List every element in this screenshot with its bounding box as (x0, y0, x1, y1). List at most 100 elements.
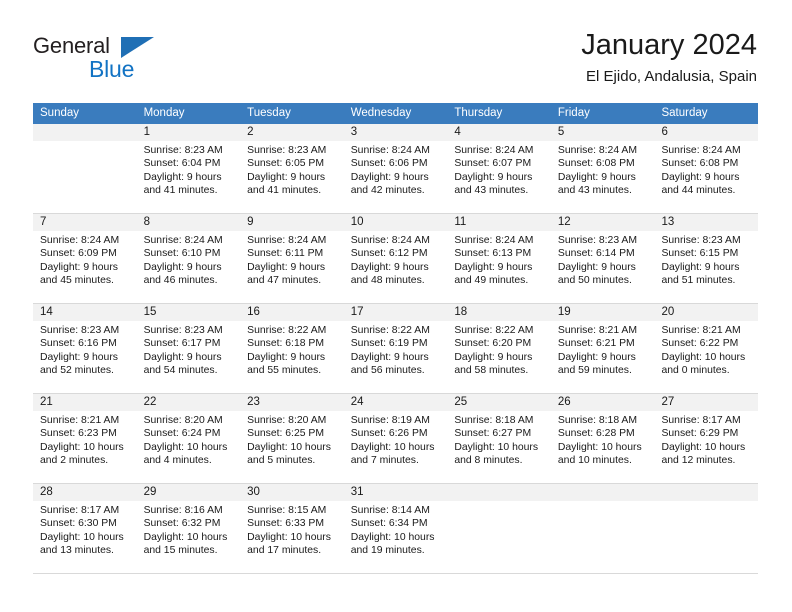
calendar-day-cell[interactable]: 2 Sunrise: 8:23 AM Sunset: 6:05 PM Daylight… (240, 124, 344, 213)
sunrise-time: Sunrise: 8:23 AM (143, 145, 223, 156)
day-details: Sunrise: 8:23 AM Sunset: 6:14 PM Daylight:… (551, 231, 655, 287)
calendar-day-cell[interactable]: 12 Sunrise: 8:23 AM Sunset: 6:14 PM Dayligh… (550, 214, 655, 303)
day-details: Sunrise: 8:20 AM Sunset: 6:25 PM Daylight:… (240, 411, 344, 467)
calendar-week-row: 7 Sunrise: 8:24 AM Sunset: 6:09 PM Daylight… (33, 214, 759, 304)
calendar-day-cell[interactable]: 9 Sunrise: 8:24 AM Sunset: 6:11 PM Daylight… (240, 214, 344, 303)
daylight-duration-line2: and 42 minutes. (350, 184, 425, 196)
calendar-grid: Sunday Monday Tuesday Wednesday Thursday Frid… (33, 103, 759, 574)
sunset-time: Sunset: 6:13 PM (454, 248, 532, 260)
daylight-duration-line2: and 56 minutes. (350, 364, 425, 376)
sunset-time: Sunset: 6:22 PM (661, 338, 739, 350)
sunrise-time: Sunrise: 8:22 AM (350, 325, 430, 336)
calendar-day-cell[interactable]: 25 Sunrise: 8:18 AM Sunset: 6:27 PM Dayligh… (447, 394, 551, 483)
weekday-header-thursday: Thursday (454, 107, 503, 119)
calendar-weeks: 1 Sunrise: 8:23 AM Sunset: 6:04 PM Daylight… (33, 124, 759, 574)
day-number: 9 (240, 214, 344, 231)
day-number: 30 (240, 484, 344, 501)
daylight-duration-line1: Daylight: 9 hours (454, 261, 533, 273)
sunrise-time: Sunrise: 8:24 AM (350, 235, 430, 246)
daylight-duration-line2: and 15 minutes. (143, 544, 218, 556)
day-number: 23 (240, 394, 344, 411)
calendar-day-cell[interactable]: 24 Sunrise: 8:19 AM Sunset: 6:26 PM Dayligh… (343, 394, 448, 483)
sunrise-time: Sunrise: 8:21 AM (557, 325, 638, 336)
day-details: Sunrise: 8:22 AM Sunset: 6:18 PM Daylight:… (240, 321, 344, 377)
calendar-day-cell[interactable]: 1 Sunrise: 8:23 AM Sunset: 6:04 PM Daylight… (136, 124, 241, 213)
calendar-day-cell[interactable]: 8 Sunrise: 8:24 AM Sunset: 6:10 PM Daylight… (136, 214, 241, 303)
daylight-duration-line1: Daylight: 10 hours (350, 531, 435, 543)
day-number: 15 (136, 304, 241, 321)
calendar-day-cell[interactable]: 5 Sunrise: 8:24 AM Sunset: 6:08 PM Daylight… (550, 124, 655, 213)
day-number: 3 (343, 124, 448, 141)
calendar-day-cell[interactable]: 23 Sunrise: 8:20 AM Sunset: 6:25 PM Dayligh… (240, 394, 344, 483)
logo-text-general: General (33, 33, 110, 58)
calendar-day-cell[interactable]: 31 Sunrise: 8:14 AM Sunset: 6:34 PM Dayligh… (343, 484, 448, 573)
daylight-duration-line1: Daylight: 9 hours (454, 351, 533, 363)
calendar-day-cell[interactable]: 19 Sunrise: 8:21 AM Sunset: 6:21 PM Dayligh… (550, 304, 655, 393)
calendar-day-cell[interactable]: 3 Sunrise: 8:24 AM Sunset: 6:06 PM Daylight… (343, 124, 448, 213)
calendar-day-cell[interactable]: 10 Sunrise: 8:24 AM Sunset: 6:12 PM Dayligh… (343, 214, 448, 303)
calendar-day-cell[interactable]: 21 Sunrise: 8:21 AM Sunset: 6:23 PM Dayligh… (33, 394, 137, 483)
sunset-time: Sunset: 6:27 PM (454, 428, 532, 440)
calendar-day-cell[interactable]: 13 Sunrise: 8:23 AM Sunset: 6:15 PM Dayligh… (654, 214, 759, 303)
sunset-time: Sunset: 6:29 PM (661, 428, 739, 440)
calendar-day-cell[interactable]: 22 Sunrise: 8:20 AM Sunset: 6:24 PM Dayligh… (136, 394, 241, 483)
day-details: Sunrise: 8:17 AM Sunset: 6:30 PM Daylight:… (33, 501, 137, 557)
day-number (550, 484, 655, 501)
daylight-duration-line1: Daylight: 10 hours (661, 441, 746, 453)
sunset-time: Sunset: 6:19 PM (350, 338, 428, 350)
day-details: Sunrise: 8:15 AM Sunset: 6:33 PM Daylight:… (240, 501, 344, 557)
sunset-time: Sunset: 6:07 PM (454, 158, 532, 170)
sunrise-time: Sunrise: 8:19 AM (350, 415, 430, 426)
calendar-page: General Blue January 2024 El Ejido, Anda… (0, 0, 792, 612)
daylight-duration-line1: Daylight: 9 hours (247, 261, 326, 273)
calendar-day-cell[interactable]: 11 Sunrise: 8:24 AM Sunset: 6:13 PM Dayligh… (447, 214, 551, 303)
daylight-duration-line2: and 43 minutes. (557, 184, 632, 196)
day-number: 5 (550, 124, 655, 141)
daylight-duration-line2: and 45 minutes. (40, 274, 114, 286)
daylight-duration-line2: and 46 minutes. (143, 274, 218, 286)
day-details: Sunrise: 8:16 AM Sunset: 6:32 PM Daylight:… (137, 501, 241, 557)
calendar-week-row: 28 Sunrise: 8:17 AM Sunset: 6:30 PM Dayligh… (33, 484, 759, 574)
daylight-duration-line2: and 49 minutes. (454, 274, 529, 286)
daylight-duration-line2: and 19 minutes. (350, 544, 425, 556)
sunrise-time: Sunrise: 8:18 AM (454, 415, 534, 426)
day-details: Sunrise: 8:18 AM Sunset: 6:27 PM Daylight:… (447, 411, 551, 467)
daylight-duration-line1: Daylight: 10 hours (40, 441, 124, 453)
day-details: Sunrise: 8:24 AM Sunset: 6:07 PM Daylight:… (447, 141, 551, 197)
sunrise-time: Sunrise: 8:24 AM (557, 145, 638, 156)
day-number (654, 484, 759, 501)
sunrise-time: Sunrise: 8:23 AM (661, 235, 741, 246)
calendar-day-cell[interactable]: 26 Sunrise: 8:18 AM Sunset: 6:28 PM Dayligh… (550, 394, 655, 483)
daylight-duration-line2: and 0 minutes. (661, 364, 730, 376)
day-number: 29 (136, 484, 241, 501)
day-details: Sunrise: 8:17 AM Sunset: 6:29 PM Daylight:… (654, 411, 758, 467)
calendar-day-cell[interactable]: 4 Sunrise: 8:24 AM Sunset: 6:07 PM Daylight… (447, 124, 551, 213)
calendar-day-cell[interactable]: 28 Sunrise: 8:17 AM Sunset: 6:30 PM Dayligh… (33, 484, 137, 573)
calendar-day-cell[interactable]: 6 Sunrise: 8:24 AM Sunset: 6:08 PM Daylight… (654, 124, 759, 213)
weekday-header-wednesday: Wednesday (350, 107, 412, 119)
calendar-day-cell[interactable]: 15 Sunrise: 8:23 AM Sunset: 6:17 PM Dayligh… (136, 304, 241, 393)
daylight-duration-line2: and 51 minutes. (661, 274, 736, 286)
day-number: 8 (136, 214, 241, 231)
calendar-day-cell[interactable]: 18 Sunrise: 8:22 AM Sunset: 6:20 PM Dayligh… (447, 304, 551, 393)
general-blue-logo[interactable]: General Blue (33, 34, 233, 92)
daylight-duration-line1: Daylight: 9 hours (557, 351, 636, 363)
calendar-day-cell[interactable]: 30 Sunrise: 8:15 AM Sunset: 6:33 PM Dayligh… (240, 484, 344, 573)
day-details: Sunrise: 8:24 AM Sunset: 6:08 PM Daylight:… (654, 141, 758, 197)
calendar-day-cell[interactable]: 27 Sunrise: 8:17 AM Sunset: 6:29 PM Dayligh… (654, 394, 759, 483)
calendar-day-cell[interactable]: 29 Sunrise: 8:16 AM Sunset: 6:32 PM Dayligh… (136, 484, 241, 573)
day-details: Sunrise: 8:22 AM Sunset: 6:20 PM Daylight:… (447, 321, 551, 377)
sunrise-time: Sunrise: 8:18 AM (557, 415, 638, 426)
sunrise-time: Sunrise: 8:24 AM (661, 145, 741, 156)
calendar-day-cell[interactable]: 17 Sunrise: 8:22 AM Sunset: 6:19 PM Dayligh… (343, 304, 448, 393)
calendar-day-cell[interactable]: 14 Sunrise: 8:23 AM Sunset: 6:16 PM Dayligh… (33, 304, 137, 393)
calendar-day-cell[interactable]: 7 Sunrise: 8:24 AM Sunset: 6:09 PM Daylight… (33, 214, 137, 303)
calendar-day-cell[interactable]: 20 Sunrise: 8:21 AM Sunset: 6:22 PM Dayligh… (654, 304, 759, 393)
calendar-day-cell[interactable]: 16 Sunrise: 8:22 AM Sunset: 6:18 PM Dayligh… (240, 304, 344, 393)
weekday-header-monday: Monday (143, 107, 185, 119)
daylight-duration-line1: Daylight: 9 hours (557, 261, 636, 273)
day-details: Sunrise: 8:24 AM Sunset: 6:08 PM Daylight:… (551, 141, 655, 197)
daylight-duration-line2: and 50 minutes. (557, 274, 632, 286)
sunrise-time: Sunrise: 8:21 AM (40, 415, 120, 426)
sunset-time: Sunset: 6:05 PM (247, 158, 324, 170)
